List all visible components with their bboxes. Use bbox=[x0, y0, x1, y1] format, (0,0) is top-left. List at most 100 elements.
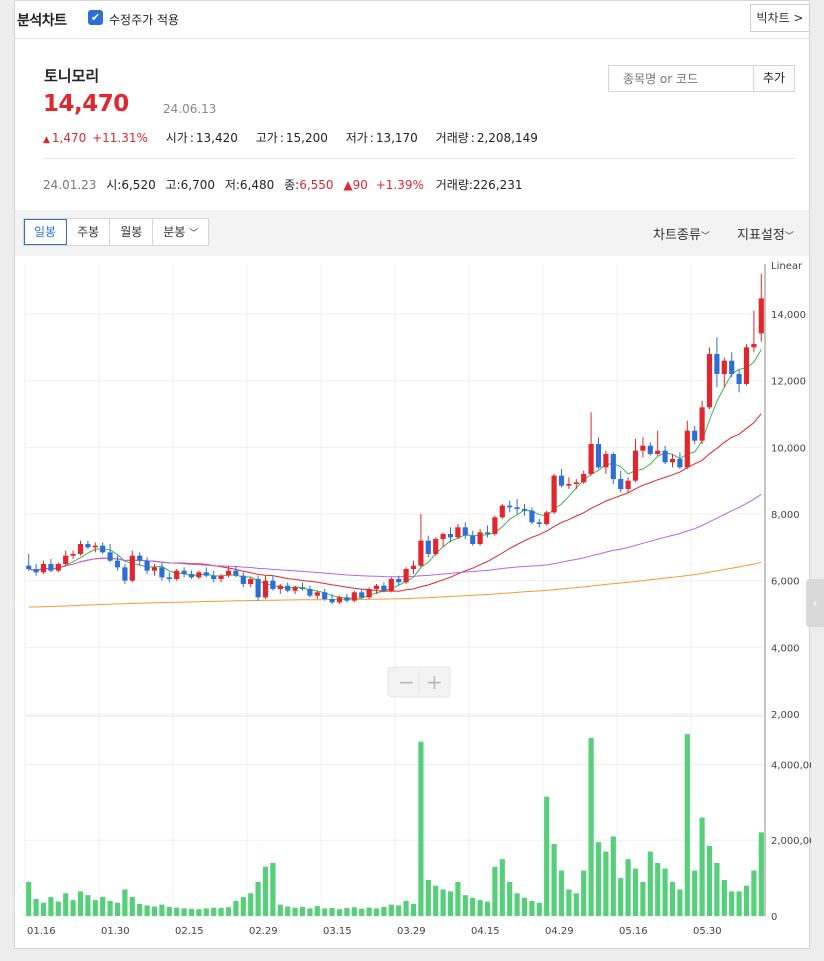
candle-body bbox=[470, 535, 476, 544]
volume-bar bbox=[736, 891, 742, 916]
adjusted-price-checkbox[interactable]: ✔ bbox=[88, 10, 103, 25]
stock-search-input[interactable] bbox=[608, 65, 754, 92]
candle-body bbox=[536, 522, 542, 524]
low-label: 저가 bbox=[345, 131, 368, 145]
scale-label: Linear bbox=[771, 261, 803, 272]
volume-bar bbox=[743, 885, 750, 916]
candle-body bbox=[566, 484, 572, 486]
volume-bar bbox=[299, 906, 306, 916]
chevron-down-icon: ﹀ bbox=[700, 232, 710, 242]
candlestick-chart[interactable]: 14,000 12,000 10,000 8,000 6,000 4,000 2,000 4,… bbox=[15, 256, 822, 946]
volume-bar bbox=[248, 893, 254, 916]
volume-bar bbox=[647, 851, 653, 916]
volume-bar bbox=[684, 734, 690, 916]
x-tick-label: 04.29 bbox=[545, 926, 574, 937]
volume-bar bbox=[714, 862, 720, 916]
tab-monthly[interactable]: 월봉 bbox=[110, 219, 154, 245]
chart-area[interactable]: 14,000 12,000 10,000 8,000 6,000 4,000 2,000 4,… bbox=[15, 256, 822, 950]
candle-body bbox=[573, 482, 579, 484]
candle-body bbox=[610, 454, 616, 479]
candle-body bbox=[403, 569, 409, 583]
candle-body bbox=[581, 474, 587, 483]
volume-bar bbox=[159, 904, 165, 916]
candle-body bbox=[455, 527, 461, 538]
big-chart-button[interactable]: 빅차트 > bbox=[750, 4, 810, 32]
tab-minute-label: 분봉 bbox=[163, 225, 186, 239]
open-value: 13,420 bbox=[195, 131, 238, 145]
candle-body bbox=[373, 585, 380, 589]
hover-low-label: 저 bbox=[224, 178, 236, 192]
candle-body bbox=[40, 564, 47, 573]
candle-body bbox=[499, 505, 505, 518]
volume-bar bbox=[455, 881, 461, 916]
volume-bar bbox=[477, 900, 483, 916]
volume-bar bbox=[359, 908, 365, 916]
collapse-handle[interactable]: ‹ bbox=[806, 579, 824, 627]
hover-open: 6,520 bbox=[121, 178, 156, 192]
volume-bar bbox=[292, 907, 298, 916]
high-label: 고가 bbox=[255, 131, 278, 145]
volume-bar bbox=[48, 897, 54, 916]
tab-weekly[interactable]: 주봉 bbox=[67, 219, 111, 245]
tab-minute[interactable]: 분봉 ﹀ bbox=[153, 219, 208, 245]
candle-body bbox=[85, 544, 91, 548]
candle-body bbox=[270, 580, 276, 589]
volume-bar bbox=[447, 891, 454, 916]
volume-bar bbox=[277, 904, 283, 916]
candle-body bbox=[625, 480, 631, 489]
candle-body bbox=[225, 570, 232, 576]
candle-body bbox=[558, 475, 565, 486]
volume-bar bbox=[255, 881, 261, 916]
period-toolbar: 일봉 주봉 월봉 분봉 ﹀ 차트종류﹀ 지표설정﹀ bbox=[15, 210, 809, 256]
volume-bar bbox=[699, 817, 705, 916]
tab-daily[interactable]: 일봉 bbox=[24, 219, 68, 245]
candle-body bbox=[655, 450, 661, 454]
candle-body bbox=[447, 534, 454, 538]
volume-bar bbox=[307, 908, 313, 916]
candle-body bbox=[285, 585, 291, 591]
volume-bar bbox=[640, 881, 646, 916]
chevron-down-icon: ﹀ bbox=[784, 232, 794, 242]
volume-bar bbox=[507, 881, 513, 916]
period-tabs: 일봉 주봉 월봉 분봉 ﹀ bbox=[23, 218, 210, 246]
candle-body bbox=[159, 567, 165, 578]
candle-body bbox=[92, 545, 98, 548]
chart-type-menu[interactable]: 차트종류﹀ bbox=[653, 224, 710, 243]
candle-body bbox=[714, 354, 720, 374]
candle-body bbox=[26, 565, 32, 569]
candle-body bbox=[299, 587, 306, 589]
hover-high: 6,700 bbox=[180, 178, 215, 192]
candle-body bbox=[603, 454, 609, 468]
add-stock-button[interactable]: 추가 bbox=[753, 65, 795, 92]
volume-bar bbox=[314, 906, 320, 916]
volume-label: 거래량 bbox=[435, 131, 469, 145]
volume-bar bbox=[174, 907, 180, 916]
volume-bar bbox=[26, 881, 32, 916]
volume-bar bbox=[285, 906, 291, 916]
price-tick-label: 6,000 bbox=[771, 577, 800, 588]
volume-bar bbox=[233, 900, 239, 916]
candle-body bbox=[433, 539, 439, 554]
hover-high-label: 고 bbox=[165, 178, 177, 192]
candle-body bbox=[632, 450, 639, 481]
volume-bar bbox=[40, 902, 47, 916]
indicator-menu[interactable]: 지표설정﹀ bbox=[737, 224, 794, 243]
volume-bar bbox=[122, 889, 128, 916]
candle-body bbox=[151, 567, 158, 571]
volume-bar bbox=[270, 862, 276, 916]
candle-body bbox=[114, 560, 121, 568]
hover-close-label: 종 bbox=[284, 178, 296, 192]
current-price: 14,470 bbox=[43, 91, 129, 117]
candle-body bbox=[248, 579, 254, 584]
candle-body bbox=[144, 560, 150, 571]
volume-bar bbox=[581, 870, 587, 916]
volume-bar bbox=[462, 895, 468, 916]
volume-bar bbox=[188, 908, 195, 916]
volume-bar bbox=[70, 900, 76, 916]
hover-change: ▲90 bbox=[343, 178, 368, 192]
volume-bar bbox=[107, 900, 113, 916]
adjusted-price-label[interactable]: 수정주가 적용 bbox=[109, 11, 179, 28]
chart-type-label: 차트종류 bbox=[653, 228, 701, 243]
candle-body bbox=[484, 532, 491, 534]
volume-bar bbox=[218, 908, 224, 916]
